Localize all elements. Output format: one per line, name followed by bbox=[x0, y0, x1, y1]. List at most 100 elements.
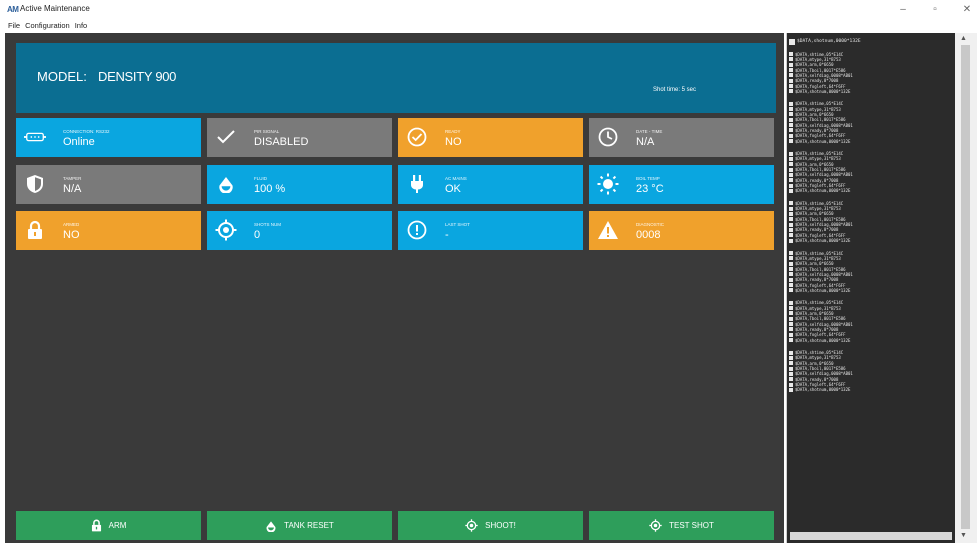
tile-label: FLUID bbox=[254, 176, 268, 181]
log-checkbox[interactable] bbox=[789, 206, 793, 211]
test-shot-button[interactable]: TEST SHOT bbox=[589, 511, 774, 540]
log-checkbox[interactable] bbox=[789, 366, 793, 371]
log-checkbox[interactable] bbox=[789, 217, 793, 222]
log-checkbox[interactable] bbox=[789, 78, 793, 83]
log-checkbox[interactable] bbox=[789, 151, 793, 156]
log-checkbox[interactable] bbox=[789, 112, 793, 117]
log-checkbox[interactable] bbox=[789, 89, 793, 94]
log-text: $DATA,shotnum,0000*132E bbox=[795, 88, 851, 94]
log-checkbox[interactable] bbox=[789, 261, 793, 266]
log-checkbox[interactable] bbox=[789, 62, 793, 67]
log-text: $DATA,shtime,05*E14C bbox=[795, 350, 844, 356]
lock-icon bbox=[24, 219, 46, 241]
shoot-button[interactable]: SHOOT! bbox=[398, 511, 583, 540]
log-checkbox[interactable] bbox=[789, 128, 793, 133]
log-checkbox[interactable] bbox=[789, 68, 793, 73]
log-checkbox[interactable] bbox=[789, 350, 793, 355]
log-text: $DATA,ready,0*7008 bbox=[795, 376, 839, 382]
log-checkbox[interactable] bbox=[789, 238, 793, 243]
log-checkbox[interactable] bbox=[789, 338, 793, 343]
log-line[interactable]: $DATA,shotnum,0000*132E bbox=[789, 38, 957, 45]
menu-info[interactable]: Info bbox=[75, 19, 88, 33]
log-text: $DATA,Tboil,0017*E586 bbox=[795, 167, 846, 173]
log-checkbox[interactable] bbox=[789, 123, 793, 128]
log-checkbox[interactable] bbox=[789, 167, 793, 172]
log-checkbox[interactable] bbox=[789, 178, 793, 183]
log-text: $DATA,selfdiag,0008*AB01 bbox=[795, 72, 853, 78]
log-checkbox[interactable] bbox=[789, 133, 793, 138]
log-checkbox[interactable] bbox=[789, 38, 795, 45]
log-text: $DATA,shotnum,0000*132E bbox=[795, 138, 851, 144]
log-checkbox[interactable] bbox=[789, 52, 793, 57]
log-scrollbar[interactable]: ▲ ▼ bbox=[955, 33, 977, 543]
log-checkbox[interactable] bbox=[789, 371, 793, 376]
log-checkbox[interactable] bbox=[789, 377, 793, 382]
menu-configuration[interactable]: Configuration bbox=[25, 19, 70, 33]
log-line[interactable]: $DATA,shotnum,0000*132E bbox=[789, 89, 957, 94]
scroll-down-arrow-icon[interactable]: ▼ bbox=[960, 532, 967, 539]
log-checkbox[interactable] bbox=[789, 227, 793, 232]
minimize-button[interactable]: – bbox=[896, 4, 910, 15]
log-horizontal-scrollbar[interactable] bbox=[790, 532, 952, 540]
log-checkbox[interactable] bbox=[789, 277, 793, 282]
log-checkbox[interactable] bbox=[789, 361, 793, 366]
log-checkbox[interactable] bbox=[789, 316, 793, 321]
log-checkbox[interactable] bbox=[789, 327, 793, 332]
log-line[interactable]: $DATA,shotnum,0000*132E bbox=[789, 338, 957, 343]
log-checkbox[interactable] bbox=[789, 267, 793, 272]
log-line[interactable]: $DATA,shotnum,0000*132E bbox=[789, 188, 957, 193]
main-panel: MODEL: DENSITY 900 Shot time: 5 sec CONN… bbox=[5, 33, 784, 543]
log-line[interactable]: $DATA,shotnum,0000*132E bbox=[789, 288, 957, 293]
log-checkbox[interactable] bbox=[789, 172, 793, 177]
arm-button[interactable]: ARM bbox=[16, 511, 201, 540]
message-log-panel[interactable]: $DATA,shotnum,0000*132E $DATA,shtime,05*… bbox=[786, 33, 977, 543]
log-checkbox[interactable] bbox=[789, 288, 793, 293]
log-checkbox[interactable] bbox=[789, 84, 793, 89]
log-checkbox[interactable] bbox=[789, 188, 793, 193]
maximize-button[interactable]: ▫ bbox=[928, 4, 942, 15]
close-button[interactable]: ✕ bbox=[960, 4, 974, 15]
warning-icon bbox=[597, 219, 619, 241]
log-checkbox[interactable] bbox=[789, 300, 793, 305]
log-line[interactable]: $DATA,shotnum,0000*132E bbox=[789, 387, 957, 392]
serial-port-icon bbox=[24, 126, 46, 148]
log-checkbox[interactable] bbox=[789, 382, 793, 387]
log-checkbox[interactable] bbox=[789, 322, 793, 327]
log-text: $DATA,shtime,05*E14C bbox=[795, 151, 844, 157]
log-checkbox[interactable] bbox=[789, 57, 793, 62]
log-checkbox[interactable] bbox=[789, 73, 793, 78]
log-text: $DATA,Tboil,0017*E586 bbox=[795, 266, 846, 272]
log-text: $DATA,arm,0*6650 bbox=[795, 211, 834, 217]
log-checkbox[interactable] bbox=[789, 162, 793, 167]
log-checkbox[interactable] bbox=[789, 251, 793, 256]
log-checkbox[interactable] bbox=[789, 256, 793, 261]
log-text: $DATA,ready,0*7008 bbox=[795, 78, 839, 84]
log-checkbox[interactable] bbox=[789, 101, 793, 106]
tank-reset-button[interactable]: TANK RESET bbox=[207, 511, 392, 540]
tile-pir-signal: PIR SIGNAL DISABLED bbox=[207, 118, 392, 157]
log-checkbox[interactable] bbox=[789, 201, 793, 206]
tile-value: Online bbox=[63, 136, 95, 148]
log-checkbox[interactable] bbox=[789, 283, 793, 288]
shot-time: Shot time: 5 sec bbox=[653, 87, 697, 93]
log-checkbox[interactable] bbox=[789, 117, 793, 122]
menu-file[interactable]: File bbox=[8, 19, 20, 33]
log-checkbox[interactable] bbox=[789, 272, 793, 277]
log-checkbox[interactable] bbox=[789, 311, 793, 316]
log-line[interactable]: $DATA,shotnum,0000*132E bbox=[789, 139, 957, 144]
log-checkbox[interactable] bbox=[789, 306, 793, 311]
log-checkbox[interactable] bbox=[789, 355, 793, 360]
log-checkbox[interactable] bbox=[789, 211, 793, 216]
log-checkbox[interactable] bbox=[789, 156, 793, 161]
scrollbar-thumb[interactable] bbox=[961, 45, 970, 529]
log-line[interactable]: $DATA,shotnum,0000*132E bbox=[789, 238, 957, 243]
log-checkbox[interactable] bbox=[789, 107, 793, 112]
log-checkbox[interactable] bbox=[789, 222, 793, 227]
scroll-up-arrow-icon[interactable]: ▲ bbox=[960, 35, 967, 42]
log-checkbox[interactable] bbox=[789, 332, 793, 337]
log-checkbox[interactable] bbox=[789, 387, 793, 392]
tile-ac-mains: AC MAINS OK bbox=[398, 165, 583, 204]
log-checkbox[interactable] bbox=[789, 183, 793, 188]
log-checkbox[interactable] bbox=[789, 139, 793, 144]
log-checkbox[interactable] bbox=[789, 233, 793, 238]
